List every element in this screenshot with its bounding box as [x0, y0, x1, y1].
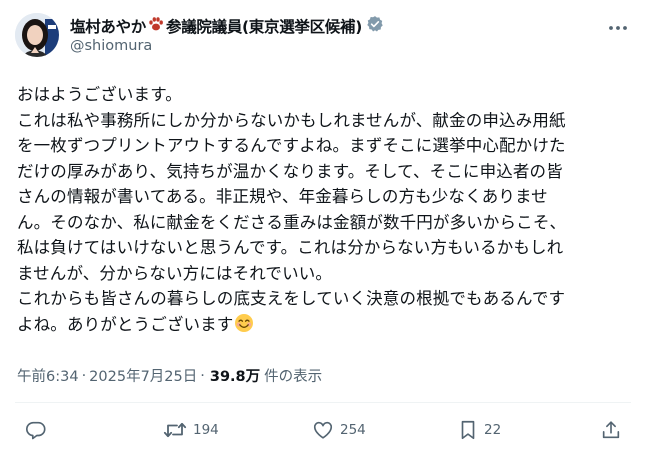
tweet-line: おはようございます。 [17, 85, 182, 104]
tweet-meta: 午前6:34 · 2025年7月25日 · 39.8万 件の表示 [17, 365, 322, 386]
tweet-line: だけの厚みがあり、気持ちが温かくなります。そして、そこに申込者の皆 [17, 161, 563, 181]
heart-icon [312, 419, 334, 441]
tweet-line: これは私や事務所にしか分からないかもしれませんが、献金の申込み用紙 [17, 110, 566, 130]
reply-icon [25, 419, 47, 441]
tweet-line: さんの情報が書いてある。非正規や、年金暮らしの方も少なくありませ [17, 187, 548, 206]
verified-badge-icon [366, 15, 384, 37]
tweet-line: を一枚ずつプリントアウトするんですよね。まずそこに選挙中心配かけた [17, 136, 566, 155]
bookmark-button[interactable]: 22 [458, 417, 501, 443]
tweet-line: 私は負けてはいけないと思うんです。これは分からない方もいるかもしれ [17, 238, 564, 257]
bookmark-count: 22 [484, 422, 502, 438]
author-title[interactable]: 参議院議員(東京選挙区候補) [166, 15, 362, 37]
reply-button[interactable] [25, 417, 53, 443]
more-options-icon[interactable] [604, 14, 632, 42]
tweet-line: ませんが、分からない方にはそれでいい。 [17, 263, 333, 283]
paw-icon [147, 15, 165, 37]
tweet-card: 塩村あやか 参議院議員(東京選挙区候補) @shiomura おはようございます… [0, 0, 645, 463]
tweet-time[interactable]: 午前6:34 [17, 365, 79, 386]
tweet-date[interactable]: 2025年7月25日 [89, 365, 197, 386]
meta-separator: · [81, 367, 87, 384]
retweet-icon [163, 419, 187, 441]
tweet-line: これからも皆さんの暮らしの底支えをしていく決意の根拠でもあるんです [17, 289, 566, 308]
retweet-button[interactable]: 194 [163, 417, 219, 443]
views-count: 39.8万 [209, 369, 261, 385]
views-label: 件の表示 [264, 369, 323, 385]
like-button[interactable]: 254 [312, 417, 366, 443]
bookmark-icon [458, 419, 478, 441]
smiling-face-emoji-icon [234, 313, 254, 341]
author-handle[interactable]: @shiomura [70, 38, 152, 54]
share-icon [600, 419, 622, 441]
author-display-name[interactable]: 塩村あやか [70, 15, 146, 37]
avatar[interactable] [15, 13, 59, 57]
tweet-line-text: よね。ありがとうございます [17, 314, 234, 334]
tweet-text: おはようございます。 これは私や事務所にしか分からないかもしれませんが、献金の申… [17, 82, 637, 340]
tweet-line-last: よね。ありがとうございます [17, 312, 637, 341]
share-button[interactable] [600, 417, 622, 443]
retweet-count: 194 [193, 422, 219, 438]
tweet-line: ん。そのなか、私に献金をくださる重みは金額が数千円が多いからこそ、 [17, 212, 567, 232]
like-count: 254 [340, 422, 366, 438]
meta-separator: · [200, 367, 205, 384]
author-name-row[interactable]: 塩村あやか 参議院議員(東京選挙区候補) [70, 15, 384, 37]
divider [15, 402, 631, 403]
